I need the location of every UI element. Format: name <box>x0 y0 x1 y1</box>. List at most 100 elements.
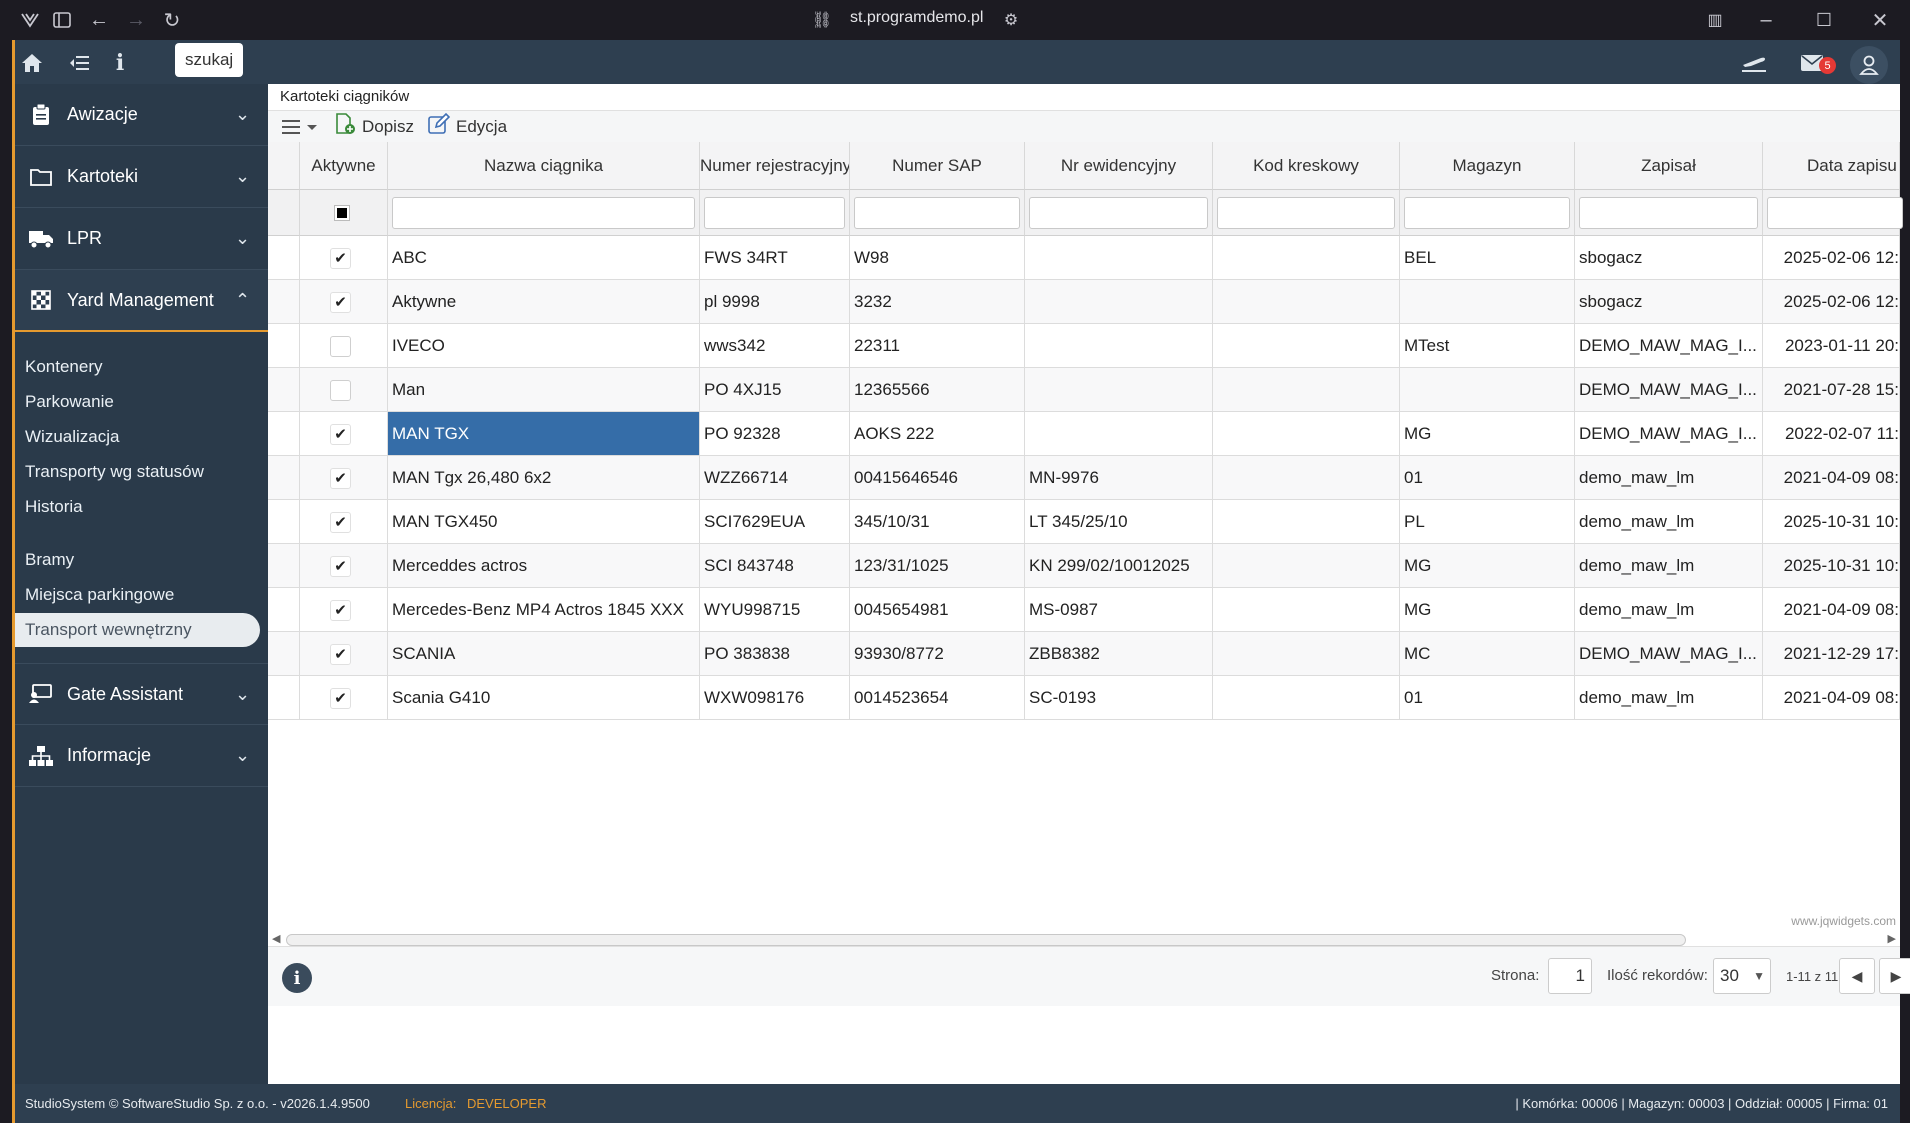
scroll-left-icon[interactable]: ◀ <box>272 932 280 945</box>
mag-cell[interactable]: MG <box>1400 588 1575 632</box>
date-cell[interactable]: 2025-02-06 12: <box>1763 280 1900 324</box>
sap-cell[interactable]: 345/10/31 <box>850 500 1025 544</box>
page-input[interactable]: 1 <box>1548 958 1592 994</box>
sap-cell[interactable]: 22311 <box>850 324 1025 368</box>
user-avatar-icon[interactable] <box>1850 46 1888 84</box>
mag-cell[interactable]: 01 <box>1400 456 1575 500</box>
sidebar-item-historia[interactable]: Historia <box>15 490 260 524</box>
ewid-cell[interactable]: LT 345/25/10 <box>1025 500 1213 544</box>
active-checkbox[interactable]: ✔ <box>330 248 351 269</box>
active-cell[interactable]: ✔ <box>300 500 388 544</box>
mag-cell[interactable]: MG <box>1400 544 1575 588</box>
barcode-cell[interactable] <box>1213 368 1400 412</box>
filter-aktywne[interactable] <box>300 190 388 236</box>
column-header-aktywne[interactable]: Aktywne <box>300 142 388 190</box>
active-cell[interactable]: ✔ <box>300 412 388 456</box>
close-window-icon[interactable]: ✕ <box>1868 8 1892 32</box>
info-icon[interactable]: i <box>107 50 133 76</box>
user-cell[interactable]: sbogacz <box>1575 236 1763 280</box>
reg-cell[interactable]: PO 4XJ15 <box>700 368 850 412</box>
active-cell[interactable]: ✔ <box>300 236 388 280</box>
name-cell[interactable]: ABC <box>388 236 700 280</box>
table-row[interactable]: ✔ MAN TGX PO 92328 AOKS 222 MG DEMO_MAW_MAG_I… <box>268 412 1900 456</box>
mag-cell[interactable] <box>1400 368 1575 412</box>
sap-cell[interactable]: 0014523654 <box>850 676 1025 720</box>
active-cell[interactable]: ✔ <box>300 456 388 500</box>
sap-cell[interactable]: 0045654981 <box>850 588 1025 632</box>
sidebar-group-kartoteki[interactable]: Kartoteki ⌄ <box>15 146 268 208</box>
user-cell[interactable]: demo_maw_lm <box>1575 456 1763 500</box>
table-row[interactable]: ✔ MAN Tgx 26,480 6x2 WZZ66714 00415646546 MN… <box>268 456 1900 500</box>
name-cell[interactable]: MAN TGX450 <box>388 500 700 544</box>
ewid-cell[interactable] <box>1025 280 1213 324</box>
filter-numer-rejestracyjny-input[interactable] <box>704 197 845 229</box>
user-cell[interactable]: sbogacz <box>1575 280 1763 324</box>
filter-aktywne-checkbox[interactable] <box>334 205 350 221</box>
user-cell[interactable]: DEMO_MAW_MAG_I... <box>1575 632 1763 676</box>
records-per-page-select[interactable]: 30 ▼ <box>1713 958 1771 994</box>
add-record-button[interactable]: Dopisz <box>334 113 414 139</box>
reg-cell[interactable]: PO 383838 <box>700 632 850 676</box>
table-row[interactable]: ✔ ABC FWS 34RT W98 BEL sbogacz 2025-02-06 12: <box>268 236 1900 280</box>
column-header-magazyn[interactable]: Magazyn <box>1400 142 1575 190</box>
active-checkbox[interactable]: ✔ <box>330 512 351 533</box>
barcode-cell[interactable] <box>1213 280 1400 324</box>
user-cell[interactable]: DEMO_MAW_MAG_I... <box>1575 324 1763 368</box>
grid-menu-button[interactable] <box>282 115 318 139</box>
next-page-button[interactable]: ▶ <box>1879 958 1910 994</box>
sidebar-group-lpr[interactable]: LPR ⌄ <box>15 208 268 270</box>
sap-cell[interactable]: 00415646546 <box>850 456 1025 500</box>
user-cell[interactable]: DEMO_MAW_MAG_I... <box>1575 368 1763 412</box>
active-checkbox[interactable]: ✔ <box>330 468 351 489</box>
active-cell[interactable]: ✔ <box>300 676 388 720</box>
name-cell[interactable]: IVECO <box>388 324 700 368</box>
reg-cell[interactable]: SCI 843748 <box>700 544 850 588</box>
active-cell[interactable]: ✔ <box>300 632 388 676</box>
table-row[interactable]: ✔ SCANIA PO 383838 93930/8772 ZBB8382 MC DEMO_… <box>268 632 1900 676</box>
date-cell[interactable]: 2021-04-09 08: <box>1763 456 1900 500</box>
browser-logo-icon[interactable] <box>18 8 42 32</box>
filter-magazyn-input[interactable] <box>1404 197 1570 229</box>
ewid-cell[interactable] <box>1025 324 1213 368</box>
table-row[interactable]: IVECO wws342 22311 MTest DEMO_MAW_MAG_I... 20… <box>268 324 1900 368</box>
site-settings-icon[interactable]: ⚙ <box>999 8 1023 32</box>
table-row[interactable]: ✔ Scania G410 WXW098176 0014523654 SC-0193 01… <box>268 676 1900 720</box>
address-bar-url[interactable]: st.programdemo.pl <box>850 9 983 27</box>
filter-nr-ewidencyjny-input[interactable] <box>1029 197 1208 229</box>
edit-record-button[interactable]: Edycja <box>428 112 507 139</box>
maximize-icon[interactable]: ☐ <box>1812 8 1836 32</box>
column-header-nr-ewidencyjny[interactable]: Nr ewidencyjny <box>1025 142 1213 190</box>
name-cell[interactable]: Man <box>388 368 700 412</box>
active-cell[interactable]: ✔ <box>300 544 388 588</box>
column-header-kod-kreskowy[interactable]: Kod kreskowy <box>1213 142 1400 190</box>
reg-cell[interactable]: wws342 <box>700 324 850 368</box>
barcode-cell[interactable] <box>1213 236 1400 280</box>
date-cell[interactable]: 2021-04-09 08: <box>1763 588 1900 632</box>
sidebar-item-transport-wewnetrzny[interactable]: Transport wewnętrzny <box>15 613 260 647</box>
barcode-cell[interactable] <box>1213 324 1400 368</box>
date-cell[interactable]: 2021-04-09 08: <box>1763 676 1900 720</box>
barcode-cell[interactable] <box>1213 500 1400 544</box>
name-cell[interactable]: MAN Tgx 26,480 6x2 <box>388 456 700 500</box>
split-view-icon[interactable]: ▥ <box>1703 8 1727 32</box>
column-header-numer-sap[interactable]: Numer SAP <box>850 142 1025 190</box>
sidebar-item-miejsca-parkingowe[interactable]: Miejsca parkingowe <box>15 578 260 612</box>
reg-cell[interactable]: WZZ66714 <box>700 456 850 500</box>
sap-cell[interactable]: 93930/8772 <box>850 632 1025 676</box>
back-icon[interactable]: ← <box>87 8 111 32</box>
active-cell[interactable]: ✔ <box>300 588 388 632</box>
filter-kod-kreskowy-input[interactable] <box>1217 197 1395 229</box>
horizontal-scrollbar[interactable]: ◀ ▶ <box>268 932 1900 946</box>
sidebar-item-kontenery[interactable]: Kontenery <box>15 350 260 384</box>
column-header-numer-rejestracyjny[interactable]: Numer rejestracyjny <box>700 142 850 190</box>
barcode-cell[interactable] <box>1213 412 1400 456</box>
mag-cell[interactable]: MG <box>1400 412 1575 456</box>
sap-cell[interactable]: W98 <box>850 236 1025 280</box>
date-cell[interactable]: 2023-01-11 20: <box>1763 324 1900 368</box>
mag-cell[interactable]: BEL <box>1400 236 1575 280</box>
reg-cell[interactable]: FWS 34RT <box>700 236 850 280</box>
date-cell[interactable]: 2025-02-06 12: <box>1763 236 1900 280</box>
sap-cell[interactable]: 123/31/1025 <box>850 544 1025 588</box>
reg-cell[interactable]: WXW098176 <box>700 676 850 720</box>
barcode-cell[interactable] <box>1213 676 1400 720</box>
